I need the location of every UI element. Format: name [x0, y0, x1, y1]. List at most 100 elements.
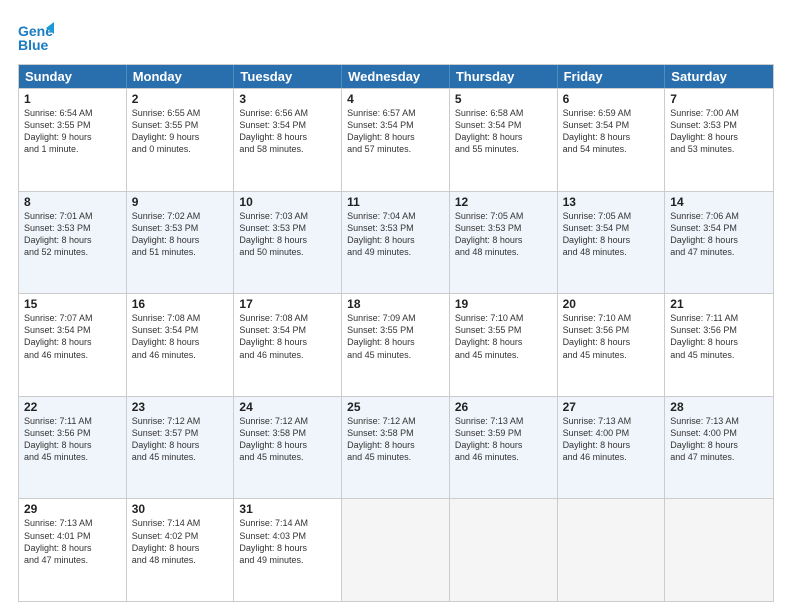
calendar-cell: 21Sunrise: 7:11 AMSunset: 3:56 PMDayligh… — [665, 294, 773, 396]
calendar-cell: 18Sunrise: 7:09 AMSunset: 3:55 PMDayligh… — [342, 294, 450, 396]
cell-info: Sunrise: 6:54 AMSunset: 3:55 PMDaylight:… — [24, 107, 121, 156]
calendar-body: 1Sunrise: 6:54 AMSunset: 3:55 PMDaylight… — [19, 88, 773, 601]
cell-info: Sunrise: 7:11 AMSunset: 3:56 PMDaylight:… — [24, 415, 121, 464]
calendar-cell — [450, 499, 558, 601]
calendar-cell: 20Sunrise: 7:10 AMSunset: 3:56 PMDayligh… — [558, 294, 666, 396]
day-number: 20 — [563, 297, 660, 311]
day-number: 15 — [24, 297, 121, 311]
calendar-cell: 24Sunrise: 7:12 AMSunset: 3:58 PMDayligh… — [234, 397, 342, 499]
day-number: 29 — [24, 502, 121, 516]
day-number: 11 — [347, 195, 444, 209]
day-number: 17 — [239, 297, 336, 311]
cell-info: Sunrise: 7:00 AMSunset: 3:53 PMDaylight:… — [670, 107, 768, 156]
day-number: 23 — [132, 400, 229, 414]
calendar-cell: 5Sunrise: 6:58 AMSunset: 3:54 PMDaylight… — [450, 89, 558, 191]
calendar-row: 29Sunrise: 7:13 AMSunset: 4:01 PMDayligh… — [19, 498, 773, 601]
cell-info: Sunrise: 6:55 AMSunset: 3:55 PMDaylight:… — [132, 107, 229, 156]
cell-info: Sunrise: 7:06 AMSunset: 3:54 PMDaylight:… — [670, 210, 768, 259]
weekday-header: Thursday — [450, 65, 558, 88]
calendar-cell: 11Sunrise: 7:04 AMSunset: 3:53 PMDayligh… — [342, 192, 450, 294]
cell-info: Sunrise: 7:13 AMSunset: 4:00 PMDaylight:… — [670, 415, 768, 464]
day-number: 21 — [670, 297, 768, 311]
calendar-cell: 7Sunrise: 7:00 AMSunset: 3:53 PMDaylight… — [665, 89, 773, 191]
calendar-cell: 6Sunrise: 6:59 AMSunset: 3:54 PMDaylight… — [558, 89, 666, 191]
weekday-header: Sunday — [19, 65, 127, 88]
day-number: 26 — [455, 400, 552, 414]
calendar-cell: 17Sunrise: 7:08 AMSunset: 3:54 PMDayligh… — [234, 294, 342, 396]
day-number: 10 — [239, 195, 336, 209]
weekday-header: Wednesday — [342, 65, 450, 88]
calendar-cell: 16Sunrise: 7:08 AMSunset: 3:54 PMDayligh… — [127, 294, 235, 396]
weekday-header: Monday — [127, 65, 235, 88]
calendar-row: 22Sunrise: 7:11 AMSunset: 3:56 PMDayligh… — [19, 396, 773, 499]
day-number: 2 — [132, 92, 229, 106]
calendar-cell: 23Sunrise: 7:12 AMSunset: 3:57 PMDayligh… — [127, 397, 235, 499]
calendar-cell — [342, 499, 450, 601]
calendar-cell: 25Sunrise: 7:12 AMSunset: 3:58 PMDayligh… — [342, 397, 450, 499]
cell-info: Sunrise: 7:02 AMSunset: 3:53 PMDaylight:… — [132, 210, 229, 259]
cell-info: Sunrise: 7:09 AMSunset: 3:55 PMDaylight:… — [347, 312, 444, 361]
day-number: 14 — [670, 195, 768, 209]
calendar-cell: 22Sunrise: 7:11 AMSunset: 3:56 PMDayligh… — [19, 397, 127, 499]
calendar-cell: 9Sunrise: 7:02 AMSunset: 3:53 PMDaylight… — [127, 192, 235, 294]
logo: General Blue — [18, 20, 58, 56]
cell-info: Sunrise: 7:05 AMSunset: 3:54 PMDaylight:… — [563, 210, 660, 259]
calendar-cell: 30Sunrise: 7:14 AMSunset: 4:02 PMDayligh… — [127, 499, 235, 601]
calendar-cell: 1Sunrise: 6:54 AMSunset: 3:55 PMDaylight… — [19, 89, 127, 191]
calendar-cell: 27Sunrise: 7:13 AMSunset: 4:00 PMDayligh… — [558, 397, 666, 499]
cell-info: Sunrise: 7:08 AMSunset: 3:54 PMDaylight:… — [239, 312, 336, 361]
cell-info: Sunrise: 7:13 AMSunset: 4:01 PMDaylight:… — [24, 517, 121, 566]
day-number: 22 — [24, 400, 121, 414]
day-number: 3 — [239, 92, 336, 106]
calendar: SundayMondayTuesdayWednesdayThursdayFrid… — [18, 64, 774, 602]
calendar-cell: 13Sunrise: 7:05 AMSunset: 3:54 PMDayligh… — [558, 192, 666, 294]
calendar-cell: 26Sunrise: 7:13 AMSunset: 3:59 PMDayligh… — [450, 397, 558, 499]
calendar-cell: 31Sunrise: 7:14 AMSunset: 4:03 PMDayligh… — [234, 499, 342, 601]
day-number: 6 — [563, 92, 660, 106]
cell-info: Sunrise: 7:14 AMSunset: 4:03 PMDaylight:… — [239, 517, 336, 566]
cell-info: Sunrise: 7:07 AMSunset: 3:54 PMDaylight:… — [24, 312, 121, 361]
cell-info: Sunrise: 7:12 AMSunset: 3:58 PMDaylight:… — [239, 415, 336, 464]
header: General Blue — [18, 16, 774, 56]
calendar-cell — [665, 499, 773, 601]
calendar-cell: 4Sunrise: 6:57 AMSunset: 3:54 PMDaylight… — [342, 89, 450, 191]
cell-info: Sunrise: 7:01 AMSunset: 3:53 PMDaylight:… — [24, 210, 121, 259]
day-number: 28 — [670, 400, 768, 414]
cell-info: Sunrise: 7:12 AMSunset: 3:58 PMDaylight:… — [347, 415, 444, 464]
day-number: 25 — [347, 400, 444, 414]
calendar-cell: 19Sunrise: 7:10 AMSunset: 3:55 PMDayligh… — [450, 294, 558, 396]
day-number: 5 — [455, 92, 552, 106]
cell-info: Sunrise: 6:59 AMSunset: 3:54 PMDaylight:… — [563, 107, 660, 156]
cell-info: Sunrise: 7:10 AMSunset: 3:56 PMDaylight:… — [563, 312, 660, 361]
cell-info: Sunrise: 6:58 AMSunset: 3:54 PMDaylight:… — [455, 107, 552, 156]
day-number: 13 — [563, 195, 660, 209]
calendar-cell: 29Sunrise: 7:13 AMSunset: 4:01 PMDayligh… — [19, 499, 127, 601]
weekday-header: Friday — [558, 65, 666, 88]
cell-info: Sunrise: 6:56 AMSunset: 3:54 PMDaylight:… — [239, 107, 336, 156]
calendar-cell — [558, 499, 666, 601]
calendar-cell: 12Sunrise: 7:05 AMSunset: 3:53 PMDayligh… — [450, 192, 558, 294]
weekday-header: Tuesday — [234, 65, 342, 88]
cell-info: Sunrise: 7:13 AMSunset: 4:00 PMDaylight:… — [563, 415, 660, 464]
calendar-cell: 8Sunrise: 7:01 AMSunset: 3:53 PMDaylight… — [19, 192, 127, 294]
calendar-cell: 28Sunrise: 7:13 AMSunset: 4:00 PMDayligh… — [665, 397, 773, 499]
cell-info: Sunrise: 6:57 AMSunset: 3:54 PMDaylight:… — [347, 107, 444, 156]
cell-info: Sunrise: 7:11 AMSunset: 3:56 PMDaylight:… — [670, 312, 768, 361]
day-number: 27 — [563, 400, 660, 414]
cell-info: Sunrise: 7:04 AMSunset: 3:53 PMDaylight:… — [347, 210, 444, 259]
calendar-cell: 14Sunrise: 7:06 AMSunset: 3:54 PMDayligh… — [665, 192, 773, 294]
calendar-cell: 3Sunrise: 6:56 AMSunset: 3:54 PMDaylight… — [234, 89, 342, 191]
calendar-cell: 15Sunrise: 7:07 AMSunset: 3:54 PMDayligh… — [19, 294, 127, 396]
day-number: 4 — [347, 92, 444, 106]
cell-info: Sunrise: 7:03 AMSunset: 3:53 PMDaylight:… — [239, 210, 336, 259]
page: General Blue SundayMondayTuesdayWednesda… — [0, 0, 792, 612]
day-number: 24 — [239, 400, 336, 414]
day-number: 12 — [455, 195, 552, 209]
cell-info: Sunrise: 7:12 AMSunset: 3:57 PMDaylight:… — [132, 415, 229, 464]
calendar-cell: 2Sunrise: 6:55 AMSunset: 3:55 PMDaylight… — [127, 89, 235, 191]
calendar-row: 8Sunrise: 7:01 AMSunset: 3:53 PMDaylight… — [19, 191, 773, 294]
day-number: 31 — [239, 502, 336, 516]
day-number: 9 — [132, 195, 229, 209]
cell-info: Sunrise: 7:08 AMSunset: 3:54 PMDaylight:… — [132, 312, 229, 361]
day-number: 8 — [24, 195, 121, 209]
